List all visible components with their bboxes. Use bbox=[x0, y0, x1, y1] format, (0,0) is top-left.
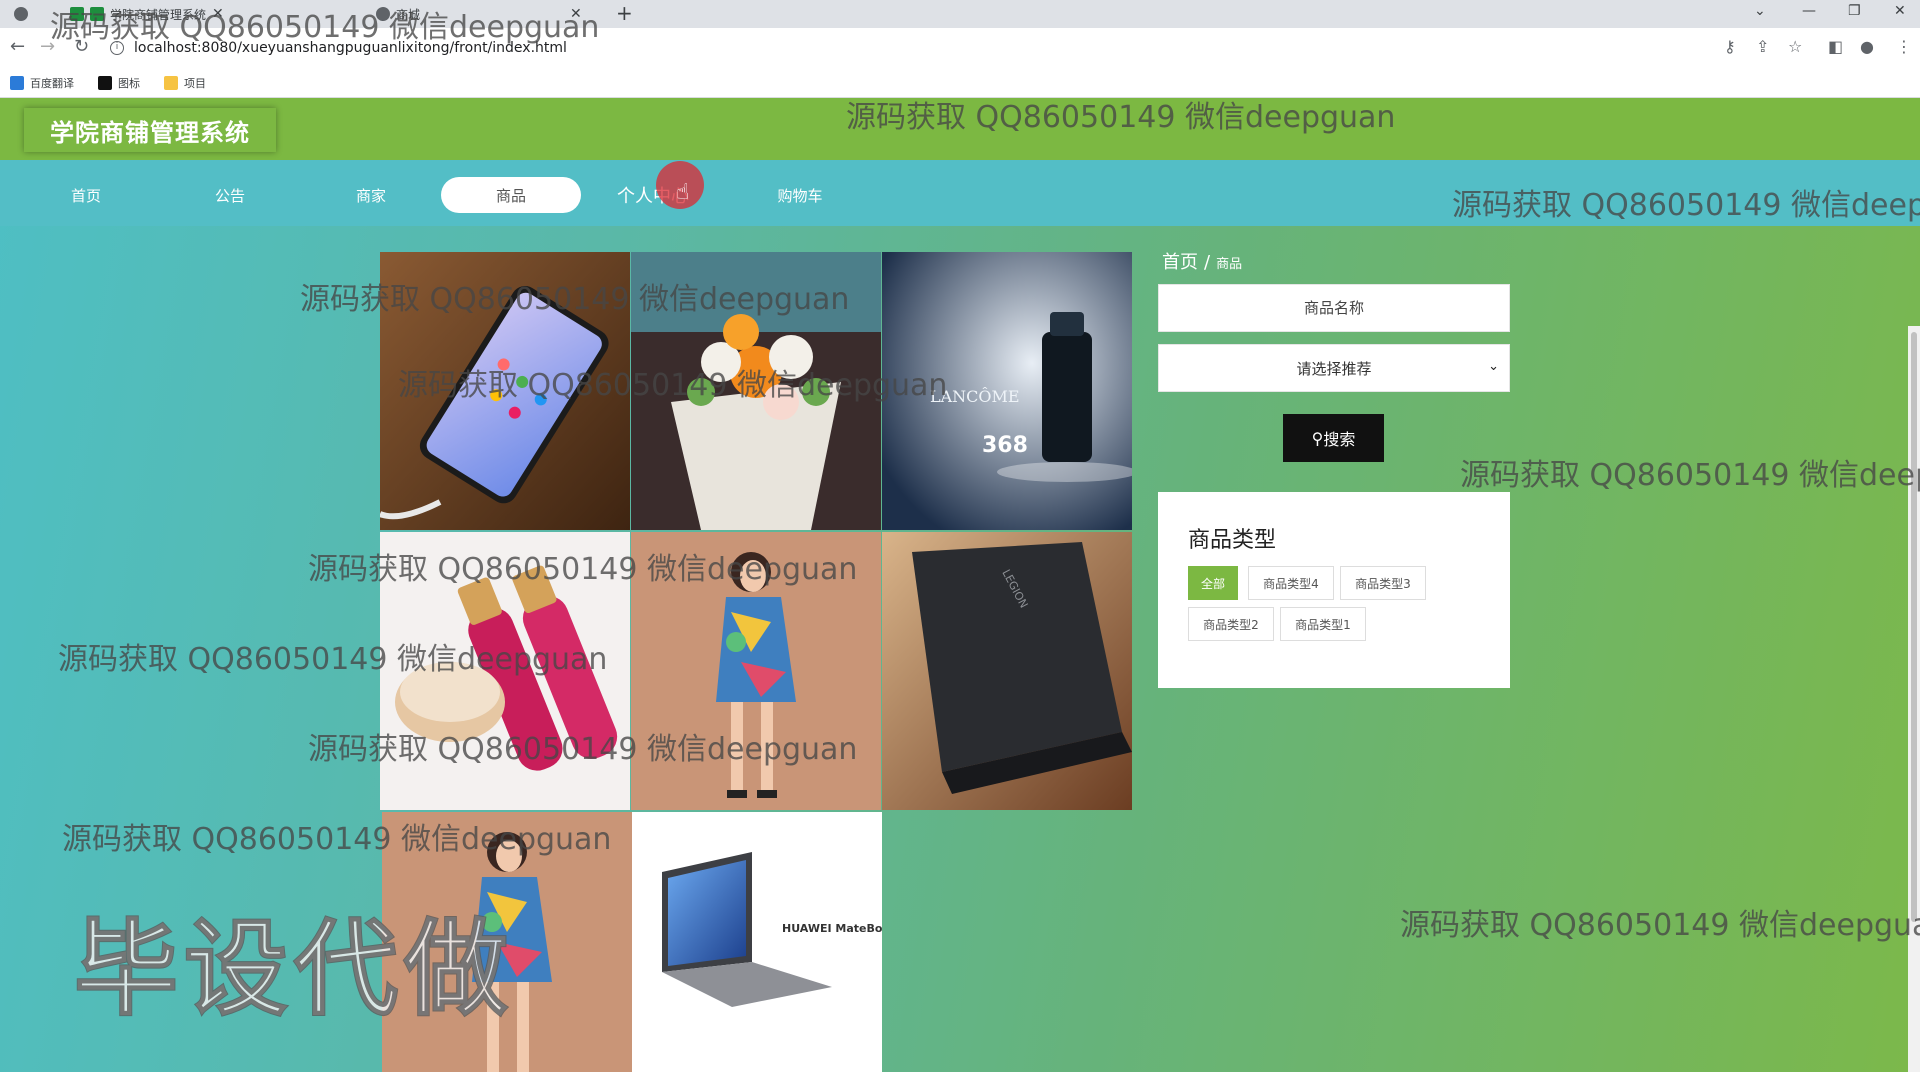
bookmark-item[interactable]: 项目 bbox=[164, 75, 206, 91]
tab-title: 商城 bbox=[396, 7, 421, 22]
menu-icon[interactable]: ⋮ bbox=[1896, 37, 1912, 56]
product-card[interactable] bbox=[631, 532, 881, 810]
close-window-icon[interactable]: ✕ bbox=[1894, 3, 1906, 19]
nav-notice[interactable]: 公告 bbox=[160, 177, 300, 213]
bookmark-label: 百度翻译 bbox=[30, 77, 74, 90]
product-card[interactable] bbox=[380, 252, 630, 530]
category-panel: 商品类型 全部 商品类型4 商品类型3 商品类型2 商品类型1 bbox=[1158, 492, 1510, 688]
category-type-3[interactable]: 商品类型3 bbox=[1340, 566, 1426, 600]
minimize-icon[interactable]: — bbox=[1802, 3, 1816, 19]
new-tab-icon[interactable]: + bbox=[616, 1, 633, 25]
product-card[interactable]: HUAWEI MateBook 14 bbox=[632, 812, 882, 1072]
chevron-down-icon: ⌄ bbox=[1488, 359, 1499, 374]
watermark: 源码获取 QQ86050149 微信deepguan bbox=[1400, 908, 1920, 943]
info-icon[interactable]: i bbox=[110, 41, 124, 55]
restore-icon[interactable]: ❐ bbox=[1848, 3, 1861, 19]
nav-home[interactable]: 首页 bbox=[16, 177, 156, 213]
forward-icon[interactable]: → bbox=[40, 36, 55, 57]
browser-tab-2[interactable]: 学院商铺管理系统 ✕ bbox=[70, 0, 224, 28]
close-icon[interactable]: ✕ bbox=[212, 6, 224, 22]
tab-title: 学院商铺管理系统 bbox=[110, 7, 207, 22]
reload-icon[interactable]: ↻ bbox=[74, 36, 89, 57]
site-header: 学院商铺管理系统 bbox=[0, 98, 1920, 160]
address-bar: ← → ↻ i localhost:8080/xueyuanshangpugua… bbox=[0, 28, 1920, 68]
globe-icon bbox=[376, 7, 390, 21]
search-button[interactable]: ⚲ 搜索 bbox=[1283, 414, 1384, 462]
category-type-4[interactable]: 商品类型4 bbox=[1248, 566, 1334, 600]
product-label: HUAWEI MateBook 14 bbox=[782, 922, 882, 935]
product-card[interactable]: LEGION bbox=[882, 532, 1132, 810]
nav-merchant[interactable]: 商家 bbox=[301, 177, 441, 213]
share-icon[interactable]: ⇪ bbox=[1756, 37, 1769, 56]
select-value: 请选择推荐 bbox=[1296, 359, 1372, 378]
bookmarks-bar: 百度翻译 图标 项目 bbox=[0, 68, 1920, 98]
close-icon[interactable]: ✕ bbox=[570, 6, 582, 22]
cosmetics-image bbox=[380, 532, 630, 810]
bookmark-label: 图标 bbox=[118, 77, 140, 90]
breadcrumb-home[interactable]: 首页 bbox=[1162, 252, 1198, 273]
flower-image bbox=[631, 252, 881, 530]
browser-tab-3[interactable]: 商城 ✕ bbox=[376, 0, 582, 28]
category-all[interactable]: 全部 bbox=[1188, 566, 1238, 600]
globe-icon bbox=[14, 7, 28, 21]
profile-icon[interactable]: ● bbox=[1860, 37, 1874, 56]
url-text: localhost:8080/xueyuanshangpuguanlixiton… bbox=[134, 40, 567, 56]
star-icon[interactable]: ☆ bbox=[1788, 37, 1802, 56]
breadcrumb-separator: / bbox=[1204, 252, 1211, 273]
page-scrollbar[interactable] bbox=[1908, 326, 1920, 1072]
scrollbar-thumb[interactable] bbox=[1911, 332, 1917, 922]
search-button-label: 搜索 bbox=[1323, 430, 1356, 449]
url-field[interactable]: i localhost:8080/xueyuanshangpuguanlixit… bbox=[110, 34, 1710, 62]
category-type-1[interactable]: 商品类型1 bbox=[1280, 607, 1366, 641]
chevron-down-icon[interactable]: ⌄ bbox=[1754, 3, 1766, 19]
bookmark-label: 项目 bbox=[184, 77, 206, 90]
product-name-input[interactable] bbox=[1158, 284, 1510, 332]
green-page-icon bbox=[70, 7, 84, 21]
browser-tab-bar: 学院商铺管理系统 ✕ 商城 ✕ + ⌄ — ❐ ✕ bbox=[0, 0, 1920, 28]
nav-products[interactable]: 商品 bbox=[441, 177, 581, 213]
product-label: LANCÔME bbox=[930, 386, 1020, 406]
breadcrumb: 首页 / 商品 bbox=[1162, 248, 1242, 274]
bookmark-item[interactable]: 图标 bbox=[98, 75, 140, 91]
nav-cart[interactable]: 购物车 bbox=[730, 177, 870, 213]
laptop-image: HUAWEI MateBook 14 bbox=[632, 812, 882, 1072]
search-icon: ⚲ bbox=[1311, 428, 1324, 448]
browser-tab-1[interactable] bbox=[14, 0, 34, 28]
hand-cursor-icon: ☝ bbox=[676, 180, 690, 205]
breadcrumb-current: 商品 bbox=[1216, 257, 1243, 272]
back-icon[interactable]: ← bbox=[10, 36, 25, 57]
folder-icon bbox=[164, 76, 178, 90]
site-logo[interactable]: 学院商铺管理系统 bbox=[24, 108, 276, 152]
serum-image: LANCÔME 368 bbox=[882, 252, 1132, 530]
image-icon bbox=[98, 76, 112, 90]
recommend-select[interactable]: 请选择推荐 ⌄ bbox=[1158, 344, 1510, 392]
sidebar-icon[interactable]: ◧ bbox=[1828, 37, 1843, 56]
phone-image bbox=[380, 252, 630, 530]
bookmark-item[interactable]: 百度翻译 bbox=[10, 75, 74, 91]
translate-icon bbox=[10, 76, 24, 90]
laptop-image: LEGION bbox=[882, 532, 1132, 810]
main-nav: 首页 公告 商家 商品 个人中心 购物车 bbox=[0, 160, 1920, 226]
product-card[interactable] bbox=[380, 532, 630, 810]
green-page-icon bbox=[90, 7, 104, 21]
category-title: 商品类型 bbox=[1188, 528, 1277, 553]
page-content: 学院商铺管理系统 首页 公告 商家 商品 个人中心 购物车 ☝ LANCÔME … bbox=[0, 98, 1920, 1072]
product-price: 368 bbox=[982, 433, 1028, 458]
product-card[interactable]: LANCÔME 368 bbox=[882, 252, 1132, 530]
product-card[interactable] bbox=[631, 252, 881, 530]
watermark-big: 毕设代做 bbox=[73, 907, 515, 1031]
key-icon[interactable]: ⚷ bbox=[1724, 37, 1736, 56]
dress-image bbox=[631, 532, 881, 810]
category-type-2[interactable]: 商品类型2 bbox=[1188, 607, 1274, 641]
watermark: 源码获取 QQ86050149 微信deepguan bbox=[1460, 458, 1920, 493]
